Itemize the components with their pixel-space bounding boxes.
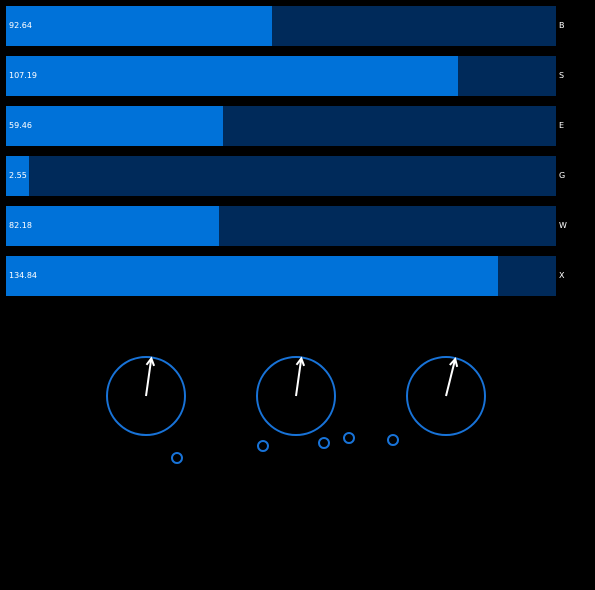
bar-track: [6, 156, 556, 196]
bar-row-g[interactable]: 2.55 G: [6, 156, 591, 196]
bar-value: 134.84: [9, 271, 37, 280]
bar-fill: [6, 6, 272, 46]
bar-row-b[interactable]: 92.64 B: [6, 6, 591, 46]
bar-label: E: [559, 121, 565, 130]
bar-value: 82.18: [9, 221, 32, 230]
bar-value: 2.55: [9, 171, 27, 180]
bar-value: 92.64: [9, 21, 32, 30]
bar-row-e[interactable]: 59.46 E: [6, 106, 591, 146]
bar-track: [6, 106, 556, 146]
bar-track: [6, 56, 556, 96]
bar-label: X: [559, 271, 565, 280]
bar-label: G: [559, 171, 566, 180]
knob-1[interactable]: [106, 356, 186, 436]
handle-dot-icon[interactable]: [171, 452, 183, 464]
handle-dot-icon[interactable]: [257, 440, 269, 452]
bar-row-x[interactable]: 134.84 X: [6, 256, 591, 296]
bar-row-w[interactable]: 82.18 W: [6, 206, 591, 246]
knob-panel: [106, 356, 486, 464]
bar-label: S: [559, 71, 565, 80]
handle-dot-icon[interactable]: [318, 437, 330, 449]
bar-row-s[interactable]: 107.19 S: [6, 56, 591, 96]
handle-dot-icon[interactable]: [387, 434, 399, 446]
bar-list: 92.64 B 107.19 S 59.46 E 2.55 G 82.18 W …: [6, 6, 591, 306]
knob-3[interactable]: [406, 356, 486, 436]
bar-fill: [6, 56, 458, 96]
bar-track: [6, 206, 556, 246]
bar-track: [6, 256, 556, 296]
bar-fill: [6, 206, 219, 246]
bar-fill: [6, 256, 498, 296]
bar-track: [6, 6, 556, 46]
bar-label: W: [559, 221, 567, 230]
bar-value: 107.19: [9, 71, 37, 80]
bar-value: 59.46: [9, 121, 32, 130]
handle-dot-icon[interactable]: [343, 432, 355, 444]
knob-2[interactable]: [256, 356, 336, 436]
bar-label: B: [559, 21, 565, 30]
bar-fill: [6, 106, 223, 146]
